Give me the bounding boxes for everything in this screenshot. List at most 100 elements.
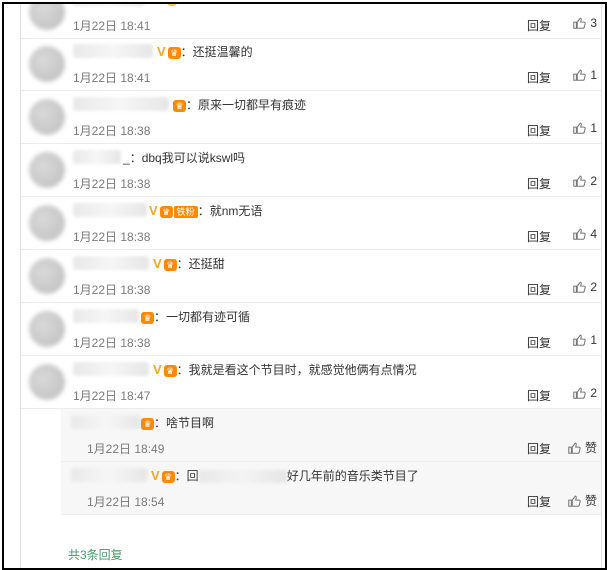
username-blurred[interactable]	[73, 44, 153, 58]
thumbs-up-icon	[573, 69, 586, 81]
comment-item: V ♛ 铁粉 ：就nm无语 1月22日 18:38 回复 4	[21, 197, 601, 250]
comment-text: V ♛ ：我就是看这个节目时，就感觉他俩有点情况	[153, 361, 417, 378]
reply-button[interactable]: 回复	[527, 17, 551, 34]
reply-time: 1月22日 18:49	[87, 442, 165, 456]
crown-icon: ♛	[163, 259, 177, 271]
like-label: 赞	[584, 494, 597, 508]
like-count: 4	[590, 227, 597, 241]
username-blurred[interactable]	[73, 203, 147, 217]
crown-icon: ♛	[141, 418, 154, 430]
like-button[interactable]: 1	[572, 121, 597, 135]
comment-text: V ♛ ：还挺温馨的	[157, 43, 253, 60]
reply-time: 1月22日 18:54	[87, 495, 165, 509]
like-button[interactable]: 2	[572, 174, 597, 188]
comment-item: ♛ ：一切都有迹可循 1月22日 18:38 回复 1	[21, 303, 601, 356]
comment-item: _：dbq我可以说kswl吗 1月22日 18:38 回复 2	[21, 144, 601, 197]
like-count: 2	[590, 174, 597, 188]
comment-item: V ♛ ：还挺温馨的 1月22日 18:41 回复 1	[21, 38, 601, 91]
username-blurred[interactable]	[73, 150, 121, 164]
username-blurred[interactable]	[71, 468, 147, 482]
verified-v-icon: V	[149, 203, 158, 218]
thumbs-up-icon	[573, 228, 586, 240]
comment-content: ：原来一切都早有痕迹	[186, 98, 307, 112]
crown-icon: ♛	[173, 100, 186, 112]
avatar[interactable]	[29, 99, 65, 135]
reply-button[interactable]: 回复	[527, 175, 551, 192]
like-count: 2	[590, 280, 597, 294]
username-blurred[interactable]	[73, 97, 169, 111]
comment-item: V ♛ ：我就是看这个节目时，就感觉他俩有点情况 1月22日 18:47 回复 2	[21, 356, 601, 409]
comment-content: ：就nm无语	[197, 204, 263, 218]
reply-button[interactable]: 回复	[527, 493, 551, 510]
sub-reply-item: V ♛ ：回 好几年前的音乐类节目了 1月22日 18:54 回复 赞	[61, 462, 601, 515]
comment-time: 1月22日 18:41	[73, 71, 151, 85]
avatar[interactable]	[29, 364, 65, 400]
crown-icon: ♛	[163, 365, 177, 377]
thumbs-up-icon	[573, 334, 586, 346]
like-count: 3	[590, 16, 597, 30]
like-button[interactable]: 赞	[567, 492, 597, 509]
comment-text: V ♛ 铁粉 ：就nm无语	[149, 202, 262, 219]
username-blurred[interactable]	[73, 256, 149, 270]
thumbs-up-icon	[573, 122, 586, 134]
avatar[interactable]	[29, 4, 65, 30]
reply-button[interactable]: 回复	[527, 387, 551, 404]
reply-content-start: ：回	[174, 469, 199, 483]
reply-button[interactable]: 回复	[527, 281, 551, 298]
comment-text: _：dbq我可以说kswl吗	[123, 149, 245, 166]
thumbs-up-icon	[573, 387, 586, 399]
avatar[interactable]	[29, 311, 65, 347]
username-blurred[interactable]	[73, 4, 145, 6]
username-blurred[interactable]	[73, 309, 139, 323]
comment-content: ：一切都有迹可循	[154, 310, 251, 324]
username-blurred[interactable]	[71, 415, 141, 429]
like-count: 1	[590, 121, 597, 135]
like-button[interactable]: 1	[572, 333, 597, 347]
thumbs-up-icon	[573, 175, 586, 187]
comment-time: 1月22日 18:38	[73, 124, 151, 138]
reply-text: V ♛ ：回 好几年前的音乐类节目了	[151, 467, 419, 484]
comment-time: 1月22日 18:38	[73, 177, 151, 191]
verified-v-icon: V	[153, 256, 162, 271]
fan-badge: 铁粉	[173, 206, 198, 218]
like-button[interactable]: 2	[572, 386, 597, 400]
verified-v-icon: V	[151, 468, 160, 483]
like-button[interactable]: 2	[572, 280, 597, 294]
comment-time: 1月22日 18:47	[73, 389, 151, 403]
avatar[interactable]	[29, 205, 65, 241]
comment-content: ：还挺温馨的	[180, 45, 253, 59]
verified-v-icon: V	[157, 44, 166, 59]
reply-button[interactable]: 回复	[527, 228, 551, 245]
thumbs-up-icon	[573, 17, 586, 29]
reply-button[interactable]: 回复	[527, 440, 551, 457]
comment-content: ：我就是看这个节目时，就感觉他俩有点情况	[176, 363, 417, 377]
comment-content: ：还挺甜	[176, 257, 225, 271]
crown-icon: ♛	[159, 206, 173, 218]
like-button[interactable]: 3	[572, 16, 597, 30]
comment-content: ：dbq我可以说kswl吗	[129, 151, 246, 165]
reply-button[interactable]: 回复	[527, 69, 551, 86]
comment-time: 1月22日 18:38	[73, 336, 151, 350]
like-button[interactable]: 1	[572, 68, 597, 82]
reply-button[interactable]: 回复	[527, 122, 551, 139]
reply-content-end: 好几年前的音乐类节目了	[286, 469, 419, 483]
avatar[interactable]	[29, 46, 65, 82]
avatar[interactable]	[29, 152, 65, 188]
like-count: 2	[590, 386, 597, 400]
like-button[interactable]: 4	[572, 227, 597, 241]
comment-item: V ♛ ：还挺甜 1月22日 18:38 回复 2	[21, 250, 601, 303]
like-button[interactable]: 赞	[567, 439, 597, 456]
reply-button[interactable]: 回复	[527, 334, 551, 351]
comment-panel: kdl 1月22日 18:41 回复 3 V♛：还挺温馨的 1月22日 18:4…	[2, 2, 607, 570]
sub-reply-item: ♛ ：啥节目啊 1月22日 18:49 回复 赞	[61, 409, 601, 462]
comment-time: 1月22日 18:38	[73, 230, 151, 244]
username-suffix: _	[123, 151, 130, 165]
username-blurred[interactable]	[73, 362, 149, 376]
like-count: 1	[590, 333, 597, 347]
avatar[interactable]	[29, 258, 65, 294]
comment-text: ♛ ：原来一切都早有痕迹	[173, 96, 306, 113]
like-count: 1	[590, 68, 597, 82]
more-replies-link[interactable]: 共3条回复	[68, 546, 123, 563]
blurred-text	[198, 470, 287, 484]
thumbs-up-icon	[568, 442, 581, 454]
